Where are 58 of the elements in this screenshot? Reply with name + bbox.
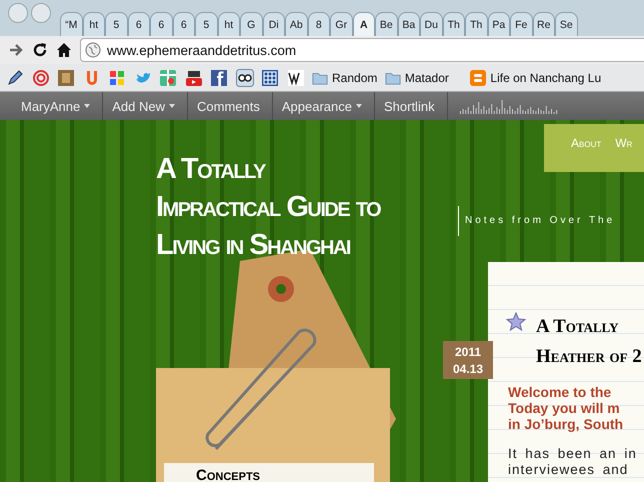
browser-tab[interactable]: Fe — [510, 12, 532, 36]
home-icon[interactable] — [56, 42, 72, 58]
intro-text-line: Welcome to the — [508, 384, 612, 400]
intro-text-line: Today you will m — [508, 400, 621, 416]
browser-tab[interactable]: Be — [375, 12, 398, 36]
blog-logo-icon — [470, 70, 486, 86]
intro-text-line: in Jo’burg, South — [508, 416, 624, 432]
date-day: 04.13 — [452, 362, 484, 376]
browser-tab[interactable]: ht — [218, 12, 240, 36]
w-letter-icon[interactable] — [286, 68, 304, 86]
browser-tab[interactable]: 6 — [172, 12, 195, 36]
site-title-line[interactable]: Living in Shanghai — [156, 226, 380, 264]
browser-tab[interactable]: “M — [60, 12, 82, 36]
browser-tab[interactable]: Du — [420, 12, 442, 36]
browser-tab[interactable]: Se — [555, 12, 578, 36]
site-title-line[interactable]: Impractical Guide to — [156, 188, 380, 226]
address-field[interactable]: www.ephemeraanddetritus.com — [80, 38, 644, 62]
star-icon — [506, 312, 526, 332]
f-logo-icon[interactable] — [210, 68, 228, 86]
video-logo-icon[interactable] — [184, 68, 202, 86]
browser-tab[interactable]: Th — [442, 12, 465, 36]
browser-tab[interactable]: 8 — [308, 12, 330, 36]
browser-tab[interactable]: Re — [532, 12, 555, 36]
browser-tab[interactable]: G — [240, 12, 262, 36]
reload-icon[interactable] — [32, 42, 48, 58]
glasses-icon[interactable] — [236, 68, 254, 86]
browser-tab[interactable]: Pa — [488, 12, 510, 36]
browser-tab[interactable]: Di — [262, 12, 285, 36]
url-text: www.ephemeraanddetritus.com — [107, 42, 296, 58]
browser-tab[interactable]: A — [352, 12, 375, 36]
bookmark-link[interactable]: Matador — [384, 70, 449, 86]
browser-tab[interactable]: 5 — [195, 12, 218, 36]
post-title-line[interactable]: A Totally — [536, 312, 644, 342]
browser-tab[interactable]: 6 — [150, 12, 172, 36]
photo-icon[interactable] — [57, 68, 75, 86]
date-year: 2011 — [454, 344, 482, 358]
bookmark-link[interactable]: Life on Nanchang Lu — [470, 70, 602, 86]
grid-icon[interactable] — [261, 68, 279, 86]
spiral-icon[interactable] — [32, 68, 50, 86]
browser-tab[interactable]: 5 — [105, 12, 128, 36]
browser-tab[interactable]: Ab — [285, 12, 308, 36]
site-tagline: Notes from Over The — [458, 206, 616, 236]
windows-flag-icon[interactable] — [108, 68, 126, 86]
browser-tab[interactable]: Gr — [330, 12, 352, 36]
body-text-line: It has been an in — [508, 446, 638, 462]
sidebar-heading: Concepts — [164, 463, 374, 482]
map-icon[interactable] — [159, 68, 177, 86]
pencil-icon[interactable] — [6, 68, 24, 86]
forward-arrow-icon[interactable] — [8, 42, 24, 58]
browser-tab[interactable]: Th — [465, 12, 488, 36]
browser-tab[interactable]: Ba — [398, 12, 420, 36]
browser-tab[interactable]: 6 — [128, 12, 150, 36]
browser-tab[interactable]: ht — [82, 12, 105, 36]
bookmark-link[interactable]: Random — [312, 70, 378, 86]
site-title-line[interactable]: A Totally — [156, 150, 380, 188]
globe-icon — [85, 42, 101, 58]
body-text-line: interviewees and — [508, 462, 630, 478]
post-title-line[interactable]: Heather of 2 — [536, 342, 644, 372]
